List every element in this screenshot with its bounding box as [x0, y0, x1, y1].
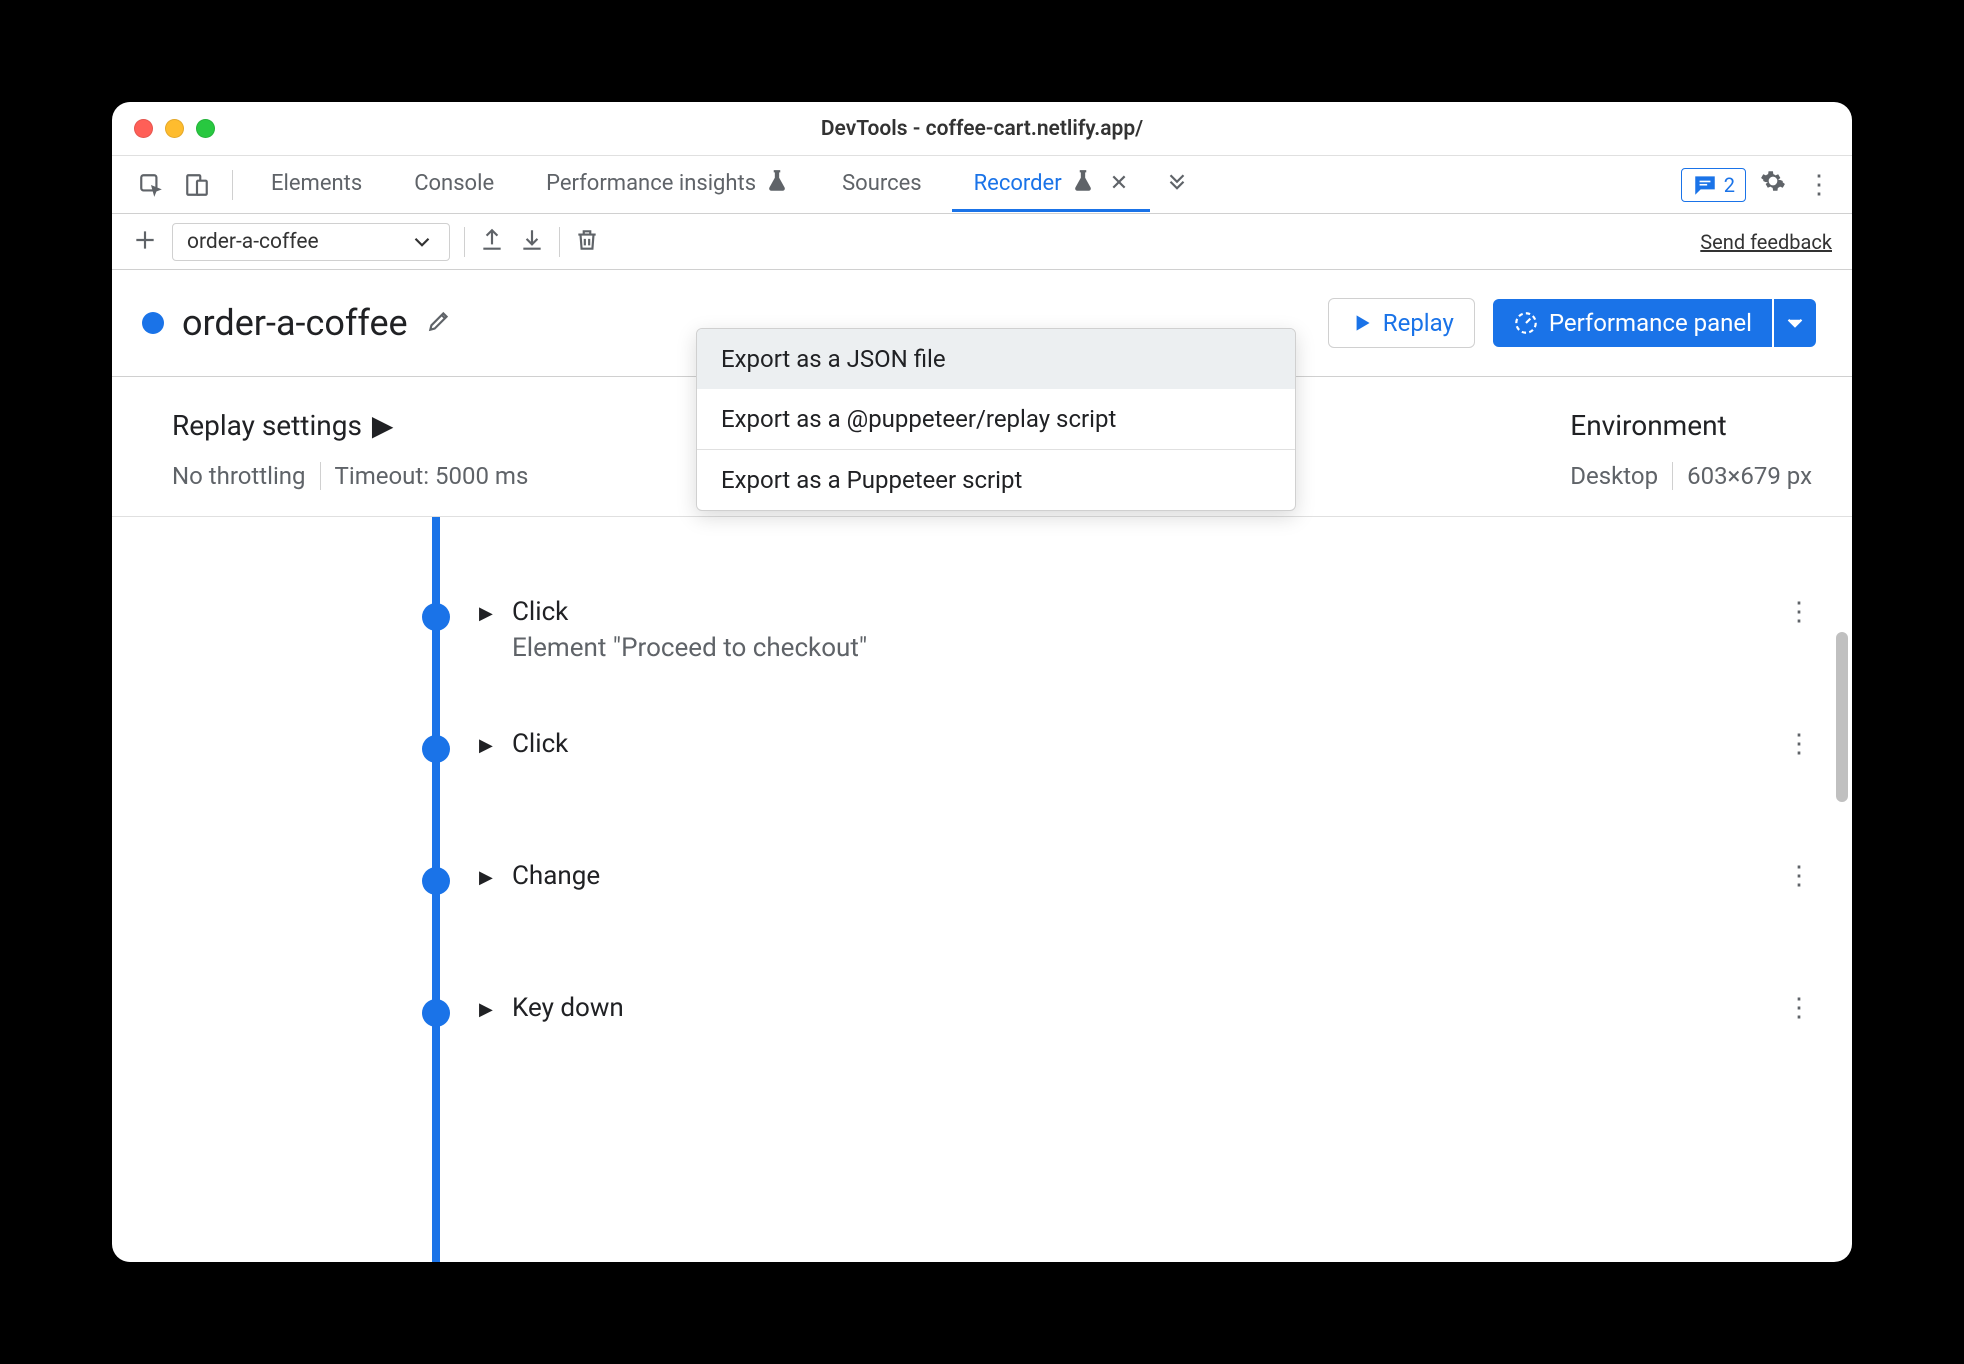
scrollbar-thumb[interactable]	[1836, 632, 1848, 802]
tabbar: Elements Console Performance insights So…	[112, 156, 1852, 214]
step-label: Change	[512, 861, 600, 891]
caret-right-icon: ▶	[372, 409, 394, 442]
device-toolbar-icon[interactable]	[178, 166, 216, 204]
export-icon[interactable]	[479, 227, 505, 257]
close-tab-icon[interactable]: ✕	[1110, 171, 1128, 196]
tab-sources[interactable]: Sources	[820, 158, 944, 212]
step-row[interactable]: ▶ Click ⋮	[112, 721, 1852, 853]
separator	[232, 170, 233, 200]
step-row[interactable]: ▶ Click Element "Proceed to checkout" ⋮	[112, 589, 1852, 721]
recording-select[interactable]: order-a-coffee	[172, 223, 450, 261]
separator	[464, 227, 465, 257]
tab-label: Recorder	[974, 171, 1062, 196]
step-row[interactable]: ▶ Change ⋮	[112, 853, 1852, 985]
settings-icon[interactable]	[1754, 168, 1792, 201]
dimensions-value: 603×679 px	[1687, 462, 1812, 490]
steps-area: ▶ Click Element "Proceed to checkout" ⋮ …	[112, 517, 1852, 1262]
expand-caret-icon[interactable]: ▶	[479, 867, 493, 888]
chevron-down-icon	[409, 229, 435, 255]
expand-caret-icon[interactable]: ▶	[479, 999, 493, 1020]
tab-label: Console	[414, 171, 494, 196]
recording-title: order-a-coffee	[182, 302, 408, 344]
tab-elements[interactable]: Elements	[249, 158, 384, 212]
performance-panel-button[interactable]: Performance panel	[1493, 299, 1772, 347]
tab-label: Sources	[842, 171, 922, 196]
issues-badge[interactable]: 2	[1681, 168, 1746, 202]
timeout-value: Timeout: 5000 ms	[335, 462, 529, 490]
replay-settings-label: Replay settings	[172, 409, 362, 442]
edit-title-icon[interactable]	[426, 308, 452, 338]
step-menu-icon[interactable]: ⋮	[1786, 861, 1812, 891]
step-row[interactable]: ▶ Key down ⋮	[112, 985, 1852, 1117]
step-sublabel: Element "Proceed to checkout"	[512, 633, 867, 663]
expand-caret-icon[interactable]: ▶	[479, 603, 493, 624]
expand-caret-icon[interactable]: ▶	[479, 735, 493, 756]
throttling-value: No throttling	[172, 462, 306, 490]
more-tabs-icon[interactable]	[1158, 166, 1196, 204]
play-icon	[1349, 310, 1375, 336]
replay-button[interactable]: Replay	[1328, 298, 1475, 348]
separator	[320, 462, 321, 490]
recording-select-value: order-a-coffee	[187, 230, 319, 254]
step-menu-icon[interactable]: ⋮	[1786, 597, 1812, 627]
tab-console[interactable]: Console	[392, 158, 516, 212]
caret-down-icon	[1782, 310, 1808, 336]
performance-panel-button-group: Performance panel	[1493, 299, 1816, 347]
step-label: Click	[512, 729, 568, 759]
recorder-toolbar: order-a-coffee Send feedback	[112, 214, 1852, 270]
flask-icon	[1070, 168, 1096, 199]
step-dot-icon	[422, 999, 450, 1027]
import-icon[interactable]	[519, 227, 545, 257]
more-options-icon[interactable]: ⋮	[1800, 170, 1838, 200]
tab-performance-insights[interactable]: Performance insights	[524, 158, 812, 212]
separator	[559, 227, 560, 257]
titlebar: DevTools - coffee-cart.netlify.app/	[112, 102, 1852, 156]
devtools-window: DevTools - coffee-cart.netlify.app/ Elem…	[112, 102, 1852, 1262]
export-puppeteer-replay-item[interactable]: Export as a @puppeteer/replay script	[697, 389, 1295, 449]
step-label: Click	[512, 597, 568, 627]
step-dot-icon	[422, 735, 450, 763]
tab-recorder[interactable]: Recorder ✕	[952, 158, 1151, 212]
export-menu: Export as a JSON file Export as a @puppe…	[696, 328, 1296, 511]
export-json-item[interactable]: Export as a JSON file	[697, 329, 1295, 389]
device-value: Desktop	[1570, 462, 1658, 490]
replay-settings: Replay settings ▶ No throttling Timeout:…	[172, 409, 528, 490]
environment-values: Desktop 603×679 px	[1570, 462, 1812, 490]
flask-icon	[764, 168, 790, 199]
gauge-icon	[1513, 310, 1539, 336]
step-dot-icon	[422, 603, 450, 631]
performance-panel-label: Performance panel	[1549, 309, 1752, 337]
performance-panel-dropdown[interactable]	[1774, 299, 1816, 347]
step-menu-icon[interactable]: ⋮	[1786, 993, 1812, 1023]
new-recording-icon[interactable]	[132, 227, 158, 257]
environment-label: Environment	[1570, 409, 1726, 442]
tab-label: Performance insights	[546, 171, 756, 196]
steps-container: ▶ Click Element "Proceed to checkout" ⋮ …	[112, 517, 1852, 1262]
recording-status-dot	[142, 312, 164, 334]
environment-settings: Environment Desktop 603×679 px	[1570, 409, 1812, 490]
send-feedback-link[interactable]: Send feedback	[1700, 230, 1832, 254]
export-puppeteer-item[interactable]: Export as a Puppeteer script	[697, 450, 1295, 510]
replay-settings-values: No throttling Timeout: 5000 ms	[172, 462, 528, 490]
replay-settings-header[interactable]: Replay settings ▶	[172, 409, 528, 442]
window-title: DevTools - coffee-cart.netlify.app/	[112, 117, 1852, 141]
delete-icon[interactable]	[574, 227, 600, 257]
replay-label: Replay	[1383, 309, 1454, 337]
separator	[1672, 462, 1673, 490]
inspect-element-icon[interactable]	[132, 166, 170, 204]
step-label: Key down	[512, 993, 624, 1023]
environment-header: Environment	[1570, 409, 1812, 442]
step-dot-icon	[422, 867, 450, 895]
issues-count: 2	[1724, 173, 1735, 197]
step-menu-icon[interactable]: ⋮	[1786, 729, 1812, 759]
tab-label: Elements	[271, 171, 362, 196]
